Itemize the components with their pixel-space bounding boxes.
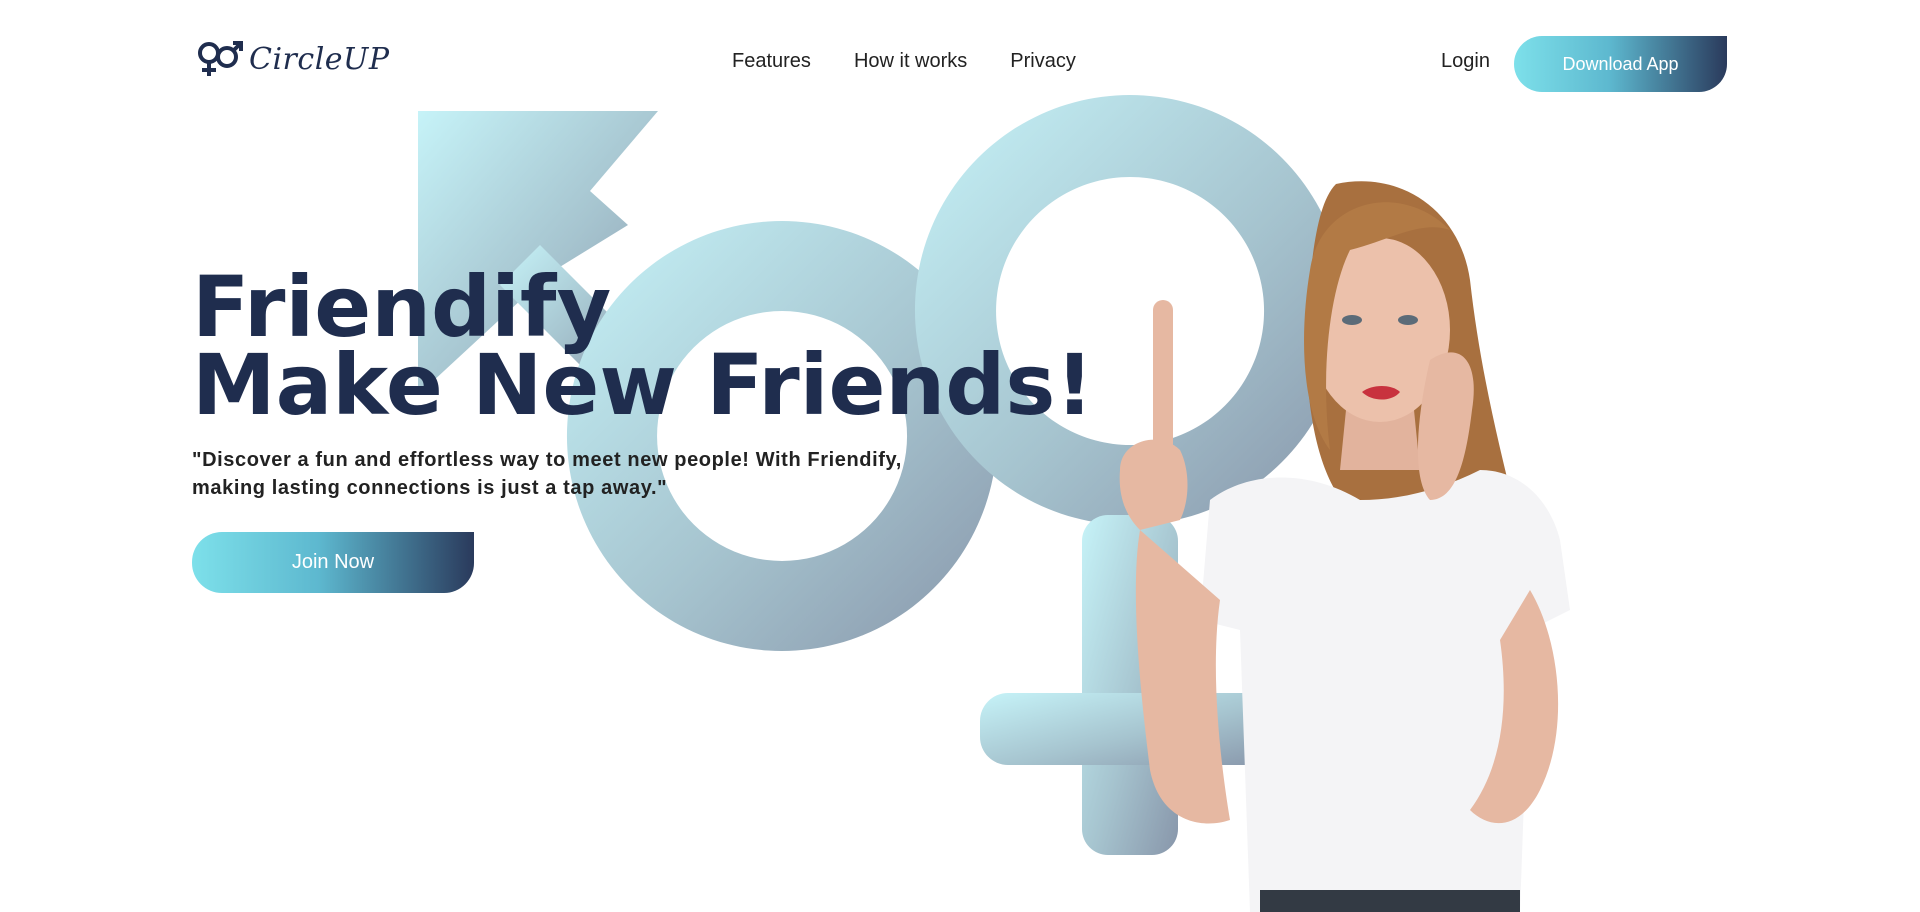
nav-privacy[interactable]: Privacy xyxy=(1010,50,1076,73)
logo-text: CircleUP xyxy=(249,41,390,77)
hero-title-line2: Make New Friends! xyxy=(192,336,1094,434)
hero-section: Friendify Make New Friends! "Discover a … xyxy=(192,258,1094,502)
logo-link[interactable]: CircleUP xyxy=(197,40,390,78)
login-link[interactable]: Login xyxy=(1441,50,1490,73)
hero-description: "Discover a fun and effortless way to me… xyxy=(192,449,902,499)
landing-page: CircleUP Features How it works Privacy L… xyxy=(0,0,1920,912)
main-nav: Features How it works Privacy xyxy=(732,50,1076,73)
gender-symbols-icon xyxy=(198,41,243,76)
join-now-button[interactable]: Join Now xyxy=(192,532,474,593)
download-app-button[interactable]: Download App xyxy=(1514,36,1727,92)
hero-title-line1: Friendify xyxy=(192,258,612,356)
nav-features[interactable]: Features xyxy=(732,50,811,73)
nav-how-it-works[interactable]: How it works xyxy=(854,50,967,73)
site-header: CircleUP Features How it works Privacy L… xyxy=(0,0,1920,124)
woman-illustration xyxy=(1119,181,1570,912)
hero-title: Friendify Make New Friends! xyxy=(192,258,1094,434)
